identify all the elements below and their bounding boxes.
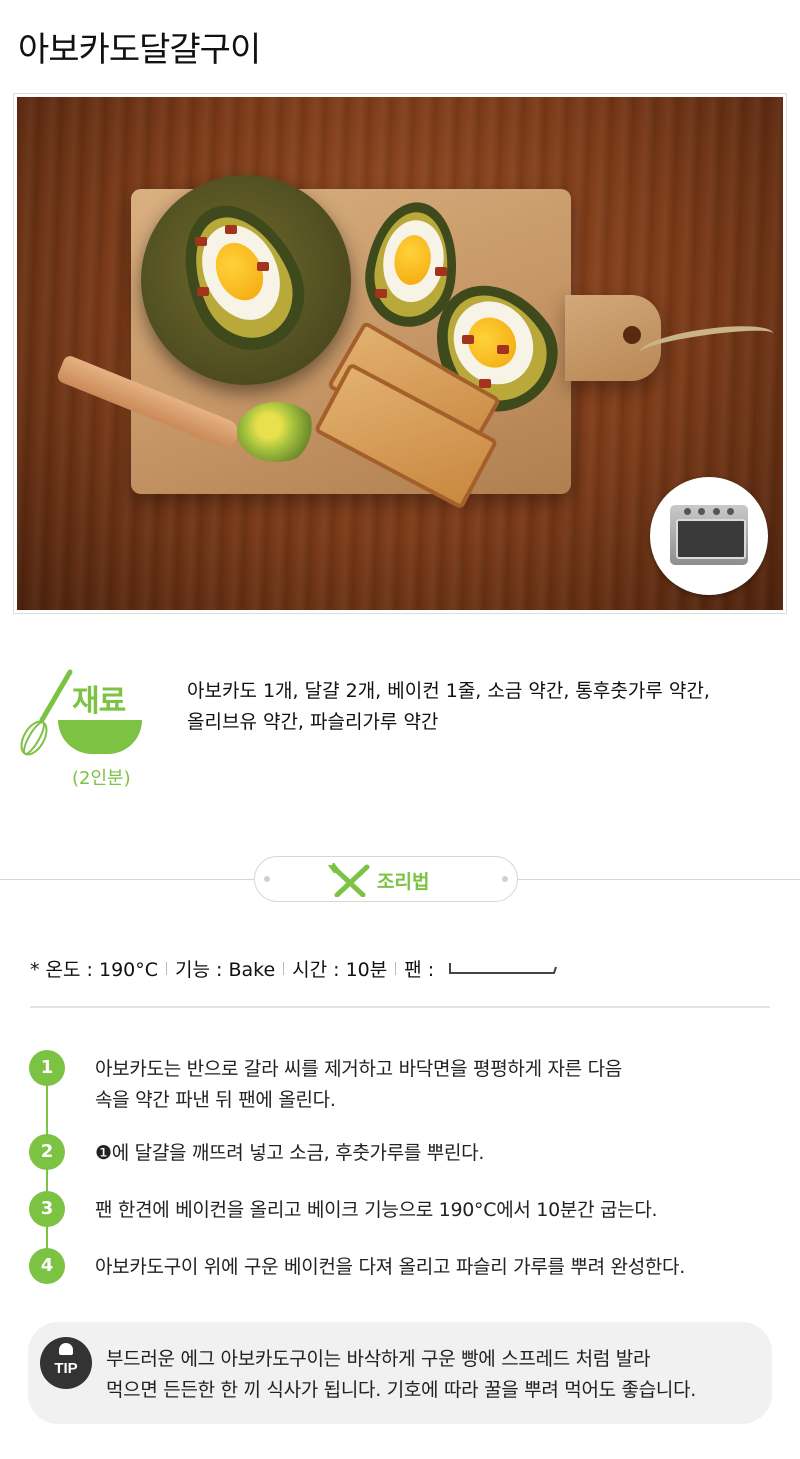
tip-text: 부드러운 에그 아보카도구이는 바삭하게 구운 빵에 스프레드 처럼 발라 먹으… bbox=[106, 1344, 766, 1406]
separator bbox=[166, 962, 168, 975]
tip-box: TIP 부드러운 에그 아보카도구이는 바삭하게 구운 빵에 스프레드 처럼 발… bbox=[28, 1322, 772, 1424]
chef-hat-icon bbox=[59, 1343, 73, 1355]
step-number: 4 bbox=[29, 1248, 65, 1284]
temperature: * 온도 : 190°C bbox=[30, 959, 159, 981]
recipe-photo bbox=[13, 93, 787, 614]
step-text: ❶에 달걀을 깨뜨려 넣고 소금, 후춧가루를 뿌린다. bbox=[95, 1138, 775, 1169]
step-line: 팬 한견에 베이컨을 올리고 베이크 기능으로 190°C에서 10분간 굽는다… bbox=[95, 1199, 658, 1221]
method-header: 조리법 bbox=[254, 856, 518, 902]
tip-badge-label: TIP bbox=[54, 1360, 78, 1377]
divider bbox=[30, 1006, 770, 1008]
tip-line: 먹으면 든든한 한 끼 식사가 됩니다. 기호에 따라 꿀을 뿌려 먹어도 좋습… bbox=[106, 1379, 697, 1401]
step-text: 팬 한견에 베이컨을 올리고 베이크 기능으로 190°C에서 10분간 굽는다… bbox=[95, 1195, 775, 1226]
separator bbox=[283, 962, 285, 975]
page-title: 아보카도달걀구이 bbox=[18, 30, 261, 70]
step-line: 아보카도는 반으로 갈라 씨를 제거하고 바닥면을 평평하게 자른 다음 bbox=[95, 1058, 622, 1080]
step-number: 3 bbox=[29, 1191, 65, 1227]
garnish bbox=[237, 402, 317, 462]
ingredients-list: 아보카도 1개, 달걀 2개, 베이컨 1줄, 소금 약간, 통후춧가루 약간,… bbox=[187, 676, 767, 738]
ingredients-label: 재료 bbox=[72, 684, 126, 719]
tip-chef-icon: TIP bbox=[40, 1337, 92, 1389]
step-number: 2 bbox=[29, 1134, 65, 1170]
step-text: 아보카도구이 위에 구운 베이컨을 다져 올리고 파슬리 가루를 뿌려 완성한다… bbox=[95, 1252, 775, 1283]
board-hole bbox=[623, 326, 641, 344]
dot-icon bbox=[264, 876, 270, 882]
step-text: 아보카도는 반으로 갈라 씨를 제거하고 바닥면을 평평하게 자른 다음 속을 … bbox=[95, 1054, 775, 1116]
function: 기능 : Bake bbox=[175, 959, 276, 981]
separator bbox=[395, 962, 397, 975]
ingredients-line: 올리브유 약간, 파슬리가루 약간 bbox=[187, 711, 439, 733]
step-number: 1 bbox=[29, 1050, 65, 1086]
servings: (2인분) bbox=[72, 768, 131, 789]
cutting-board-handle bbox=[565, 295, 661, 381]
pan-icon bbox=[449, 962, 558, 974]
ingredients-line: 아보카도 1개, 달걀 2개, 베이컨 1줄, 소금 약간, 통후춧가루 약간, bbox=[187, 680, 710, 702]
oven-badge-icon bbox=[650, 477, 768, 595]
step-line: ❶에 달걀을 깨뜨려 넣고 소금, 후춧가루를 뿌린다. bbox=[95, 1142, 485, 1164]
tip-line: 부드러운 에그 아보카도구이는 바삭하게 구운 빵에 스프레드 처럼 발라 bbox=[106, 1348, 651, 1370]
step-line: 속을 약간 파낸 뒤 팬에 올린다. bbox=[95, 1089, 336, 1111]
cooking-settings: * 온도 : 190°C 기능 : Bake 시간 : 10분 팬 : bbox=[30, 955, 558, 982]
fork-knife-icon bbox=[328, 863, 370, 897]
time: 시간 : 10분 bbox=[292, 959, 388, 981]
step-line: 아보카도구이 위에 구운 베이컨을 다져 올리고 파슬리 가루를 뿌려 완성한다… bbox=[95, 1256, 685, 1278]
pan-label: 팬 : bbox=[404, 959, 435, 981]
food-image bbox=[17, 97, 783, 610]
method-label: 조리법 bbox=[377, 871, 430, 893]
dot-icon bbox=[502, 876, 508, 882]
